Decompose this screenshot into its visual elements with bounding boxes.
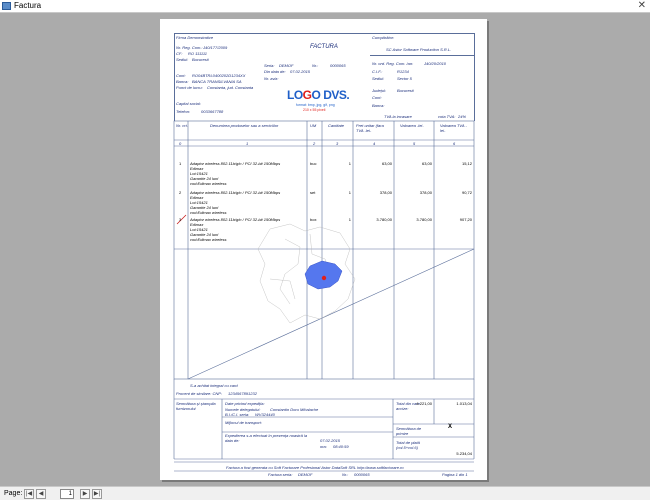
footer-nr-label: Nr.: bbox=[342, 472, 349, 477]
status-bar: Page: |◀ ◀ 1 ▶ ▶| bbox=[0, 486, 650, 500]
hour-value: 08:40:59 bbox=[333, 444, 349, 449]
page-label: Page: bbox=[4, 490, 23, 497]
col-header-nr: Nr. crt. bbox=[176, 123, 188, 128]
index-5: 5 bbox=[413, 141, 416, 146]
index-2: 2 bbox=[313, 141, 316, 146]
index-1: 1 bbox=[246, 141, 249, 146]
app-icon bbox=[2, 2, 11, 10]
fiscal-label: Procent de similare: CNP: bbox=[176, 391, 223, 396]
index-6: 6 bbox=[453, 141, 456, 146]
col-header-um: UM bbox=[310, 123, 317, 128]
preview-viewport[interactable]: Firma Demonstrative Nr. Reg. Com.: J40/1… bbox=[0, 13, 650, 486]
x-mark: X bbox=[448, 424, 453, 430]
col-header-vat: Valoarea TVA -lei- bbox=[440, 123, 467, 133]
pay-value: 5.234,04 bbox=[456, 451, 472, 456]
footer-series-label: Factura seria: bbox=[268, 472, 293, 477]
row-price: 378,00 bbox=[379, 190, 392, 195]
delegate-title: Date privind expediția: bbox=[225, 401, 265, 406]
row-um: buc bbox=[310, 161, 317, 166]
row-description-line: cod:Edimax wireless bbox=[190, 237, 227, 242]
id-label: B.I./C.I. seria: bbox=[225, 412, 250, 417]
location-dot bbox=[321, 275, 327, 281]
index-0: 0 bbox=[179, 141, 182, 146]
expedition-date: 07.02.2015 bbox=[320, 438, 341, 443]
next-page-button[interactable]: ▶ bbox=[80, 489, 90, 499]
row-um: set bbox=[310, 190, 316, 195]
row-value: 3.780,00 bbox=[416, 217, 432, 222]
page-number-input[interactable]: 1 bbox=[60, 489, 74, 499]
transport-label: Mijlocul de transport: bbox=[225, 420, 262, 425]
row-nr: 2 bbox=[179, 190, 182, 195]
row-vat: 90,72 bbox=[461, 190, 472, 195]
delegate-name-value: Constantin Doru Mihalache bbox=[270, 407, 319, 412]
row-nr: 1 bbox=[179, 161, 182, 166]
row-qty: 1 bbox=[348, 190, 351, 195]
row-description-line: cod:Edimax wireless bbox=[190, 210, 227, 215]
hour-label: ora: bbox=[320, 444, 327, 449]
generated-note: Factura a fost generata cu Soft Facturar… bbox=[226, 465, 404, 470]
row-description-line: Adaptor wireless 802.11b/g/n / PCI 32-bi… bbox=[190, 217, 281, 222]
col-header-value: Valoarea -lei- bbox=[400, 123, 424, 128]
row-description-line: cod:Edimax wireless bbox=[190, 181, 227, 186]
row-vat: 15,12 bbox=[461, 161, 472, 166]
total-vat: 1.013,04 bbox=[456, 401, 472, 406]
romania-highlight bbox=[304, 260, 343, 290]
paid-note: S-a achitat integral cu card bbox=[190, 383, 238, 388]
receiver-signature-label: Semnătura de primire bbox=[396, 426, 422, 436]
first-page-button[interactable]: |◀ bbox=[24, 489, 34, 499]
index-3: 3 bbox=[336, 141, 339, 146]
last-page-button[interactable]: ▶| bbox=[92, 489, 102, 499]
footer-series-value: DEMOF bbox=[298, 472, 313, 477]
title-bar: Factura ✕ bbox=[0, 0, 650, 13]
row-price: 3.780,00 bbox=[376, 217, 392, 222]
map-watermark bbox=[257, 223, 356, 324]
row-vat: 907,20 bbox=[459, 217, 472, 222]
invoice-page: Firma Demonstrative Nr. Reg. Com.: J40/1… bbox=[160, 19, 487, 480]
col-header-price: Pret unitar (fara TVA -lei- bbox=[356, 123, 384, 133]
window-title: Factura bbox=[14, 1, 42, 10]
row-description-line: Adaptor wireless 802.11b/g/n / PCI 32-bi… bbox=[190, 161, 281, 166]
row-nr: 3 bbox=[179, 217, 182, 222]
row-price: 63,00 bbox=[381, 161, 392, 166]
index-4: 4 bbox=[373, 141, 376, 146]
expedition-label: Expedierea s-a efectuat în prezența noas… bbox=[225, 433, 308, 443]
row-qty: 1 bbox=[348, 161, 351, 166]
close-icon[interactable]: ✕ bbox=[638, 0, 646, 11]
fiscal-value: 1234567891232 bbox=[228, 391, 257, 396]
col-header-qty: Cantitate bbox=[328, 123, 345, 128]
footer-nr-value: 0000065 bbox=[354, 472, 370, 477]
row-value: 63,00 bbox=[421, 161, 432, 166]
row-um: box bbox=[310, 217, 317, 222]
id-value: WV324440 bbox=[255, 412, 275, 417]
prev-page-button[interactable]: ◀ bbox=[36, 489, 46, 499]
row-description-line: Adaptor wireless 802.11b/g/n / PCI 32-bi… bbox=[190, 190, 281, 195]
pay-label: Total de plată (col.5+col.6) bbox=[396, 440, 420, 450]
supplier-signature-label: Semnătura și ștampila furnizorului bbox=[176, 401, 216, 411]
row-qty: 1 bbox=[348, 217, 351, 222]
total-value: 4.221,00 bbox=[416, 401, 432, 406]
col-header-name: Denumirea produselor sau a serviciilor bbox=[210, 123, 279, 128]
row-value: 378,00 bbox=[419, 190, 432, 195]
footer-page: Pagina 1 din 1 bbox=[442, 472, 468, 477]
